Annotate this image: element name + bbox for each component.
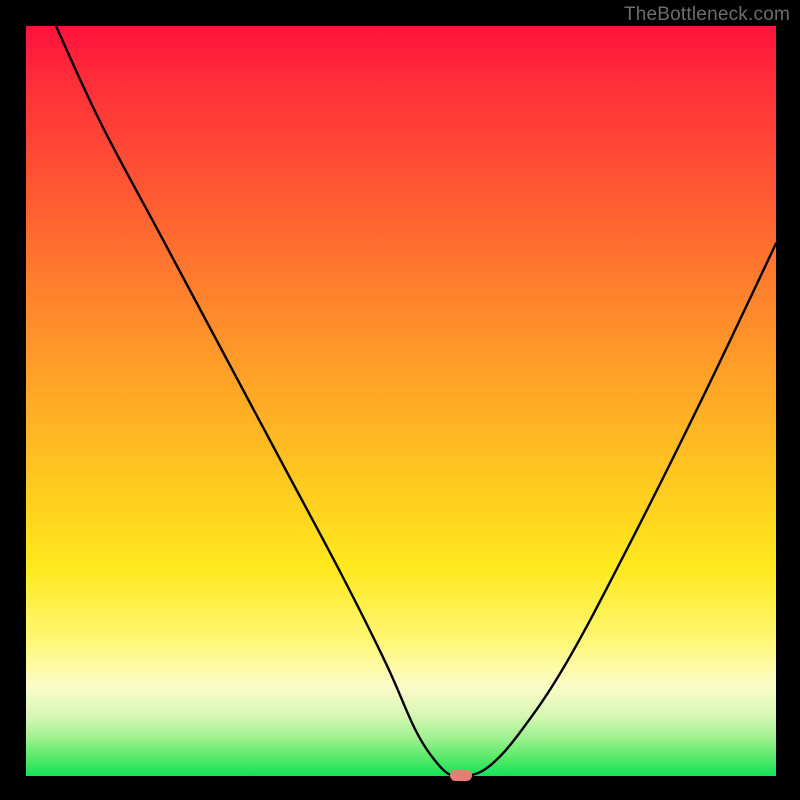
bottleneck-curve bbox=[26, 26, 776, 776]
watermark-text: TheBottleneck.com bbox=[624, 4, 790, 26]
minimum-marker bbox=[450, 770, 472, 781]
chart-frame: TheBottleneck.com bbox=[0, 0, 800, 800]
plot-area bbox=[26, 26, 776, 776]
